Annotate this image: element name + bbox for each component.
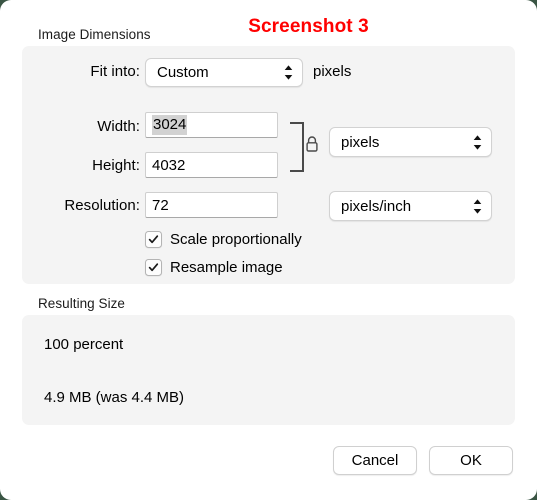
dimension-unit-popup-button[interactable]: pixels <box>329 127 492 157</box>
resample-image-checkbox[interactable]: Resample image <box>145 259 283 276</box>
dimension-link-bracket <box>290 122 304 172</box>
scale-proportionally-checkbox[interactable]: Scale proportionally <box>145 231 302 248</box>
resolution-unit-selected-value: pixels/inch <box>341 197 412 215</box>
checkmark-icon <box>145 259 162 276</box>
height-label: Height: <box>92 157 140 174</box>
fit-into-selected-value: Custom <box>157 64 209 81</box>
resulting-size-percent: 100 percent <box>44 336 124 353</box>
fit-into-popup-button[interactable]: Custom <box>145 58 303 87</box>
width-input[interactable]: 3024 <box>145 112 278 138</box>
screenshot-annotation-label: Screenshot 3 <box>248 16 369 37</box>
dimension-unit-selected-value: pixels <box>341 133 380 151</box>
scale-proportionally-label: Scale proportionally <box>170 231 302 248</box>
chevron-updown-icon <box>278 59 298 86</box>
width-label: Width: <box>97 118 140 135</box>
width-input-value: 3024 <box>152 115 188 135</box>
chevron-updown-icon <box>467 192 487 220</box>
height-input-value: 4032 <box>152 156 186 174</box>
image-dimensions-dialog: Image Dimensions Fit into: Custom pixels… <box>0 0 537 500</box>
resulting-size-section-label: Resulting Size <box>38 296 125 311</box>
checkmark-icon <box>145 231 162 248</box>
resulting-size-filesize: 4.9 MB (was 4.4 MB) <box>44 389 185 406</box>
ok-button[interactable]: OK <box>429 446 513 475</box>
fit-into-label: Fit into: <box>90 63 140 80</box>
height-input[interactable]: 4032 <box>145 152 278 178</box>
fit-into-suffix-label: pixels <box>313 63 352 80</box>
resolution-label: Resolution: <box>64 197 140 214</box>
resolution-input-value: 72 <box>152 196 169 214</box>
resample-image-label: Resample image <box>170 259 283 276</box>
resulting-size-group-box <box>22 315 515 425</box>
chevron-updown-icon <box>467 128 487 156</box>
resolution-input[interactable]: 72 <box>145 192 278 218</box>
resolution-unit-popup-button[interactable]: pixels/inch <box>329 191 492 221</box>
lock-closed-icon[interactable] <box>304 135 320 153</box>
cancel-button[interactable]: Cancel <box>333 446 417 475</box>
